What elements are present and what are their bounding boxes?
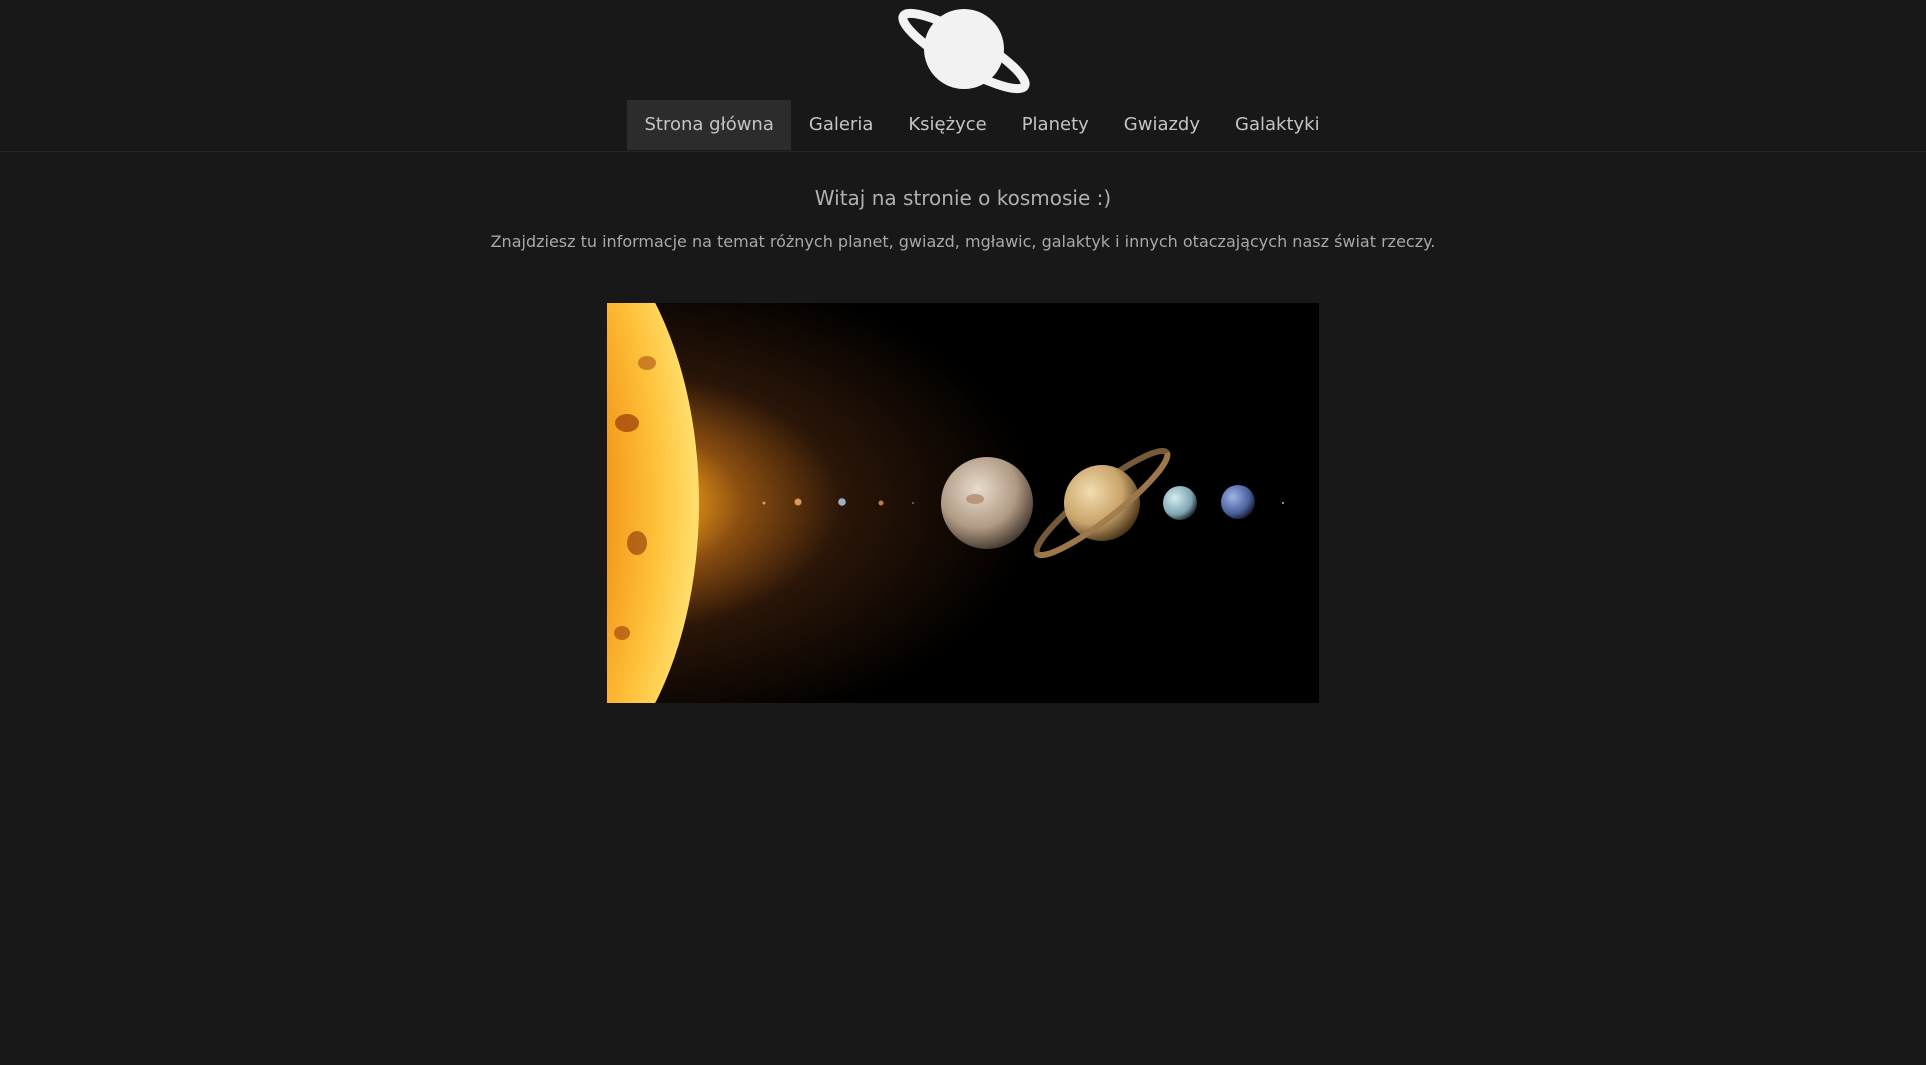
nav-item-galaxies[interactable]: Galaktyki	[1218, 100, 1338, 150]
nav-item-stars[interactable]: Gwiazdy	[1106, 100, 1217, 150]
saturn-logo-icon[interactable]	[897, 2, 1031, 98]
nav-item-gallery[interactable]: Galeria	[791, 100, 891, 150]
solar-system-image	[607, 303, 1319, 703]
main-nav: Strona główna Galeria Księżyce Planety G…	[627, 100, 1337, 150]
page-title: Witaj na stronie o kosmosie :)	[814, 186, 1112, 210]
nav-item-planets[interactable]: Planety	[1004, 100, 1106, 150]
nav-item-home[interactable]: Strona główna	[627, 100, 792, 150]
nav-item-moons[interactable]: Księżyce	[891, 100, 1004, 150]
page-subtitle: Znajdziesz tu informacje na temat różnyc…	[490, 232, 1436, 251]
site-header: Strona główna Galeria Księżyce Planety G…	[0, 0, 1926, 152]
